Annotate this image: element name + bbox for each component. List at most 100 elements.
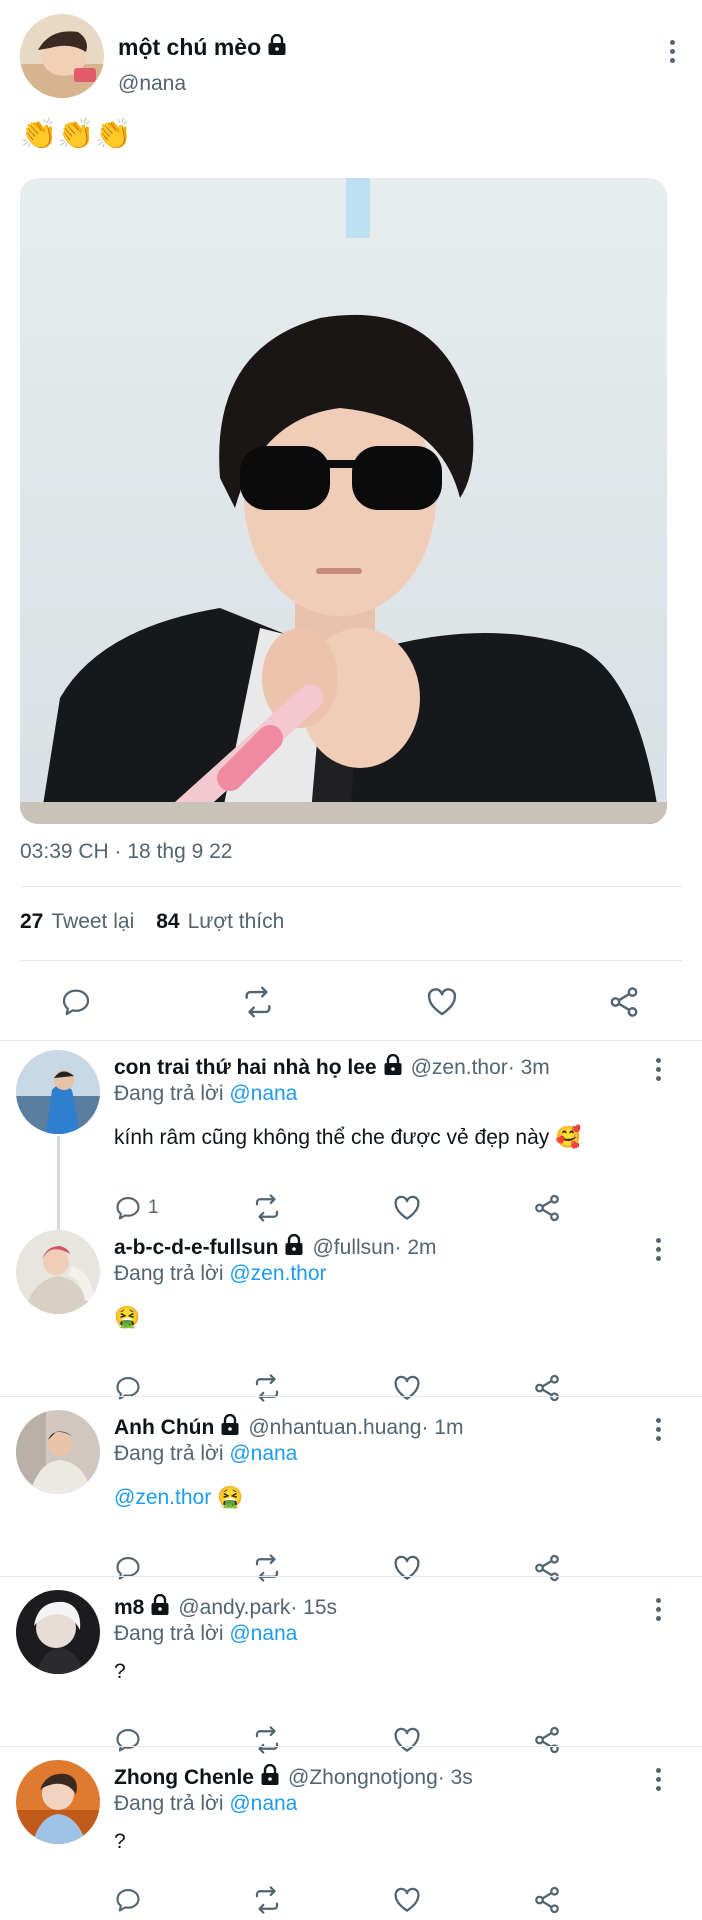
like-button[interactable]: [392, 1188, 422, 1228]
reply-display-name[interactable]: Zhong Chenle: [114, 1766, 254, 1790]
tweet-timestamp[interactable]: 03:39 CH · 18 thg 9 22: [20, 840, 232, 864]
like-icon: [394, 1727, 420, 1752]
reply-icon: [116, 1889, 140, 1912]
main-tweet-header: một chú mèo @nana: [20, 14, 682, 98]
avatar[interactable]: [16, 1410, 100, 1494]
reply-handle[interactable]: @Zhongnotjong: [288, 1766, 438, 1790]
reply-display-name[interactable]: con trai thứ hai nhà họ lee: [114, 1056, 377, 1080]
reply-time: · 3m: [507, 1056, 550, 1079]
more-icon[interactable]: [648, 1054, 668, 1084]
retweet-label: Tweet lại: [51, 910, 135, 933]
like-icon: [394, 1887, 420, 1912]
like-button[interactable]: [416, 976, 468, 1028]
reply-icon: [62, 989, 90, 1016]
share-button[interactable]: [532, 1720, 562, 1760]
retweet-icon: [245, 986, 271, 1018]
like-icon: [394, 1555, 420, 1580]
retweet-button[interactable]: [252, 1188, 282, 1228]
like-button[interactable]: [392, 1368, 422, 1408]
retweet-icon: [255, 1554, 279, 1582]
like-stat[interactable]: 84 Lượt thích: [156, 910, 284, 934]
more-icon[interactable]: [648, 1594, 668, 1624]
avatar[interactable]: [16, 1050, 100, 1134]
reply-time: · 2m: [394, 1236, 437, 1259]
avatar[interactable]: [16, 1760, 100, 1844]
reply-display-name[interactable]: Anh Chún: [114, 1416, 214, 1440]
main-action-bar: [0, 976, 702, 1028]
like-button[interactable]: [392, 1880, 422, 1920]
tweet-photo[interactable]: [20, 178, 667, 824]
replying-label: Đang trả lời: [114, 1792, 224, 1815]
reply-tweet[interactable]: m8 @andy.park · 15s Đang trả lời @nana ?: [0, 1590, 702, 1754]
reply-text-container: @zen.thor 🤮: [114, 1486, 243, 1510]
replying-to-mention[interactable]: @nana: [229, 1792, 297, 1815]
divider: [0, 1576, 702, 1577]
reply-button[interactable]: [114, 1368, 142, 1408]
divider: [20, 960, 682, 961]
reply-display-name[interactable]: a-b-c-d-e-fullsun: [114, 1236, 278, 1260]
replying-to-mention[interactable]: @nana: [229, 1622, 297, 1645]
reply-action-bar: [100, 1720, 660, 1760]
replying-to-line: Đang trả lời @nana: [114, 1622, 297, 1646]
reply-time: · 15s: [290, 1596, 338, 1619]
share-icon: [610, 987, 638, 1017]
share-button[interactable]: [532, 1188, 562, 1228]
reply-handle[interactable]: @zen.thor: [411, 1056, 508, 1080]
more-icon[interactable]: [662, 36, 682, 66]
like-label: Lượt thích: [187, 910, 285, 933]
retweet-button[interactable]: [252, 1720, 282, 1760]
main-handle[interactable]: @nana: [118, 72, 186, 96]
share-button[interactable]: [532, 1880, 562, 1920]
replying-to-mention[interactable]: @nana: [229, 1082, 297, 1105]
reply-count: 1: [148, 1197, 159, 1218]
more-icon[interactable]: [648, 1414, 668, 1444]
divider: [0, 1746, 702, 1747]
like-button[interactable]: [392, 1548, 422, 1588]
like-button[interactable]: [392, 1720, 422, 1760]
retweet-stat[interactable]: 27 Tweet lại: [20, 910, 134, 934]
reply-button[interactable]: [114, 1548, 142, 1588]
reply-icon: [116, 1557, 140, 1580]
more-icon[interactable]: [648, 1234, 668, 1264]
replying-label: Đang trả lời: [114, 1262, 224, 1285]
replying-to-mention[interactable]: @zen.thor: [229, 1262, 326, 1285]
reply-mention[interactable]: @zen.thor: [114, 1486, 211, 1509]
lock-icon: [383, 1053, 403, 1082]
replying-to-line: Đang trả lời @nana: [114, 1082, 297, 1106]
replying-to-mention[interactable]: @nana: [229, 1442, 297, 1465]
reply-tweet[interactable]: con trai thứ hai nhà họ lee @zen.thor · …: [0, 1050, 702, 1222]
divider: [20, 886, 682, 887]
reply-action-bar: [100, 1368, 660, 1408]
reply-icon: [116, 1377, 140, 1400]
main-avatar[interactable]: [20, 14, 104, 98]
retweet-button[interactable]: [252, 1368, 282, 1408]
reply-handle[interactable]: @andy.park: [178, 1596, 290, 1620]
reply-tweet[interactable]: Anh Chún @nhantuan.huang · 1m Đang trả l…: [0, 1410, 702, 1582]
reply-button[interactable]: 1: [114, 1188, 159, 1228]
share-button[interactable]: [532, 1548, 562, 1588]
reply-handle[interactable]: @fullsun: [312, 1236, 394, 1260]
reply-tweet[interactable]: Zhong Chenle @Zhongnotjong · 3s Đang trả…: [0, 1760, 702, 1914]
main-display-name[interactable]: một chú mèo: [118, 34, 261, 61]
reply-button[interactable]: [50, 976, 102, 1028]
reply-time: · 1m: [421, 1416, 464, 1439]
replying-to-line: Đang trả lời @nana: [114, 1442, 297, 1466]
retweet-icon: [255, 1886, 279, 1914]
reply-button[interactable]: [114, 1720, 142, 1760]
share-button[interactable]: [532, 1368, 562, 1408]
reply-handle[interactable]: @nhantuan.huang: [248, 1416, 421, 1440]
share-button[interactable]: [598, 976, 650, 1028]
replying-to-line: Đang trả lời @zen.thor: [114, 1262, 327, 1286]
reply-text: 🤮: [114, 1306, 141, 1329]
more-icon[interactable]: [648, 1764, 668, 1794]
reply-text: kính râm cũng không thể che được vẻ đẹp …: [114, 1126, 582, 1149]
reply-display-name[interactable]: m8: [114, 1596, 144, 1620]
avatar[interactable]: [16, 1590, 100, 1674]
retweet-button[interactable]: [252, 1548, 282, 1588]
reply-button[interactable]: [114, 1880, 142, 1920]
retweet-icon: [255, 1374, 279, 1402]
reply-tweet[interactable]: a-b-c-d-e-fullsun @fullsun · 2m Đang trả…: [0, 1230, 702, 1402]
retweet-button[interactable]: [232, 976, 284, 1028]
avatar[interactable]: [16, 1230, 100, 1314]
retweet-button[interactable]: [252, 1880, 282, 1920]
